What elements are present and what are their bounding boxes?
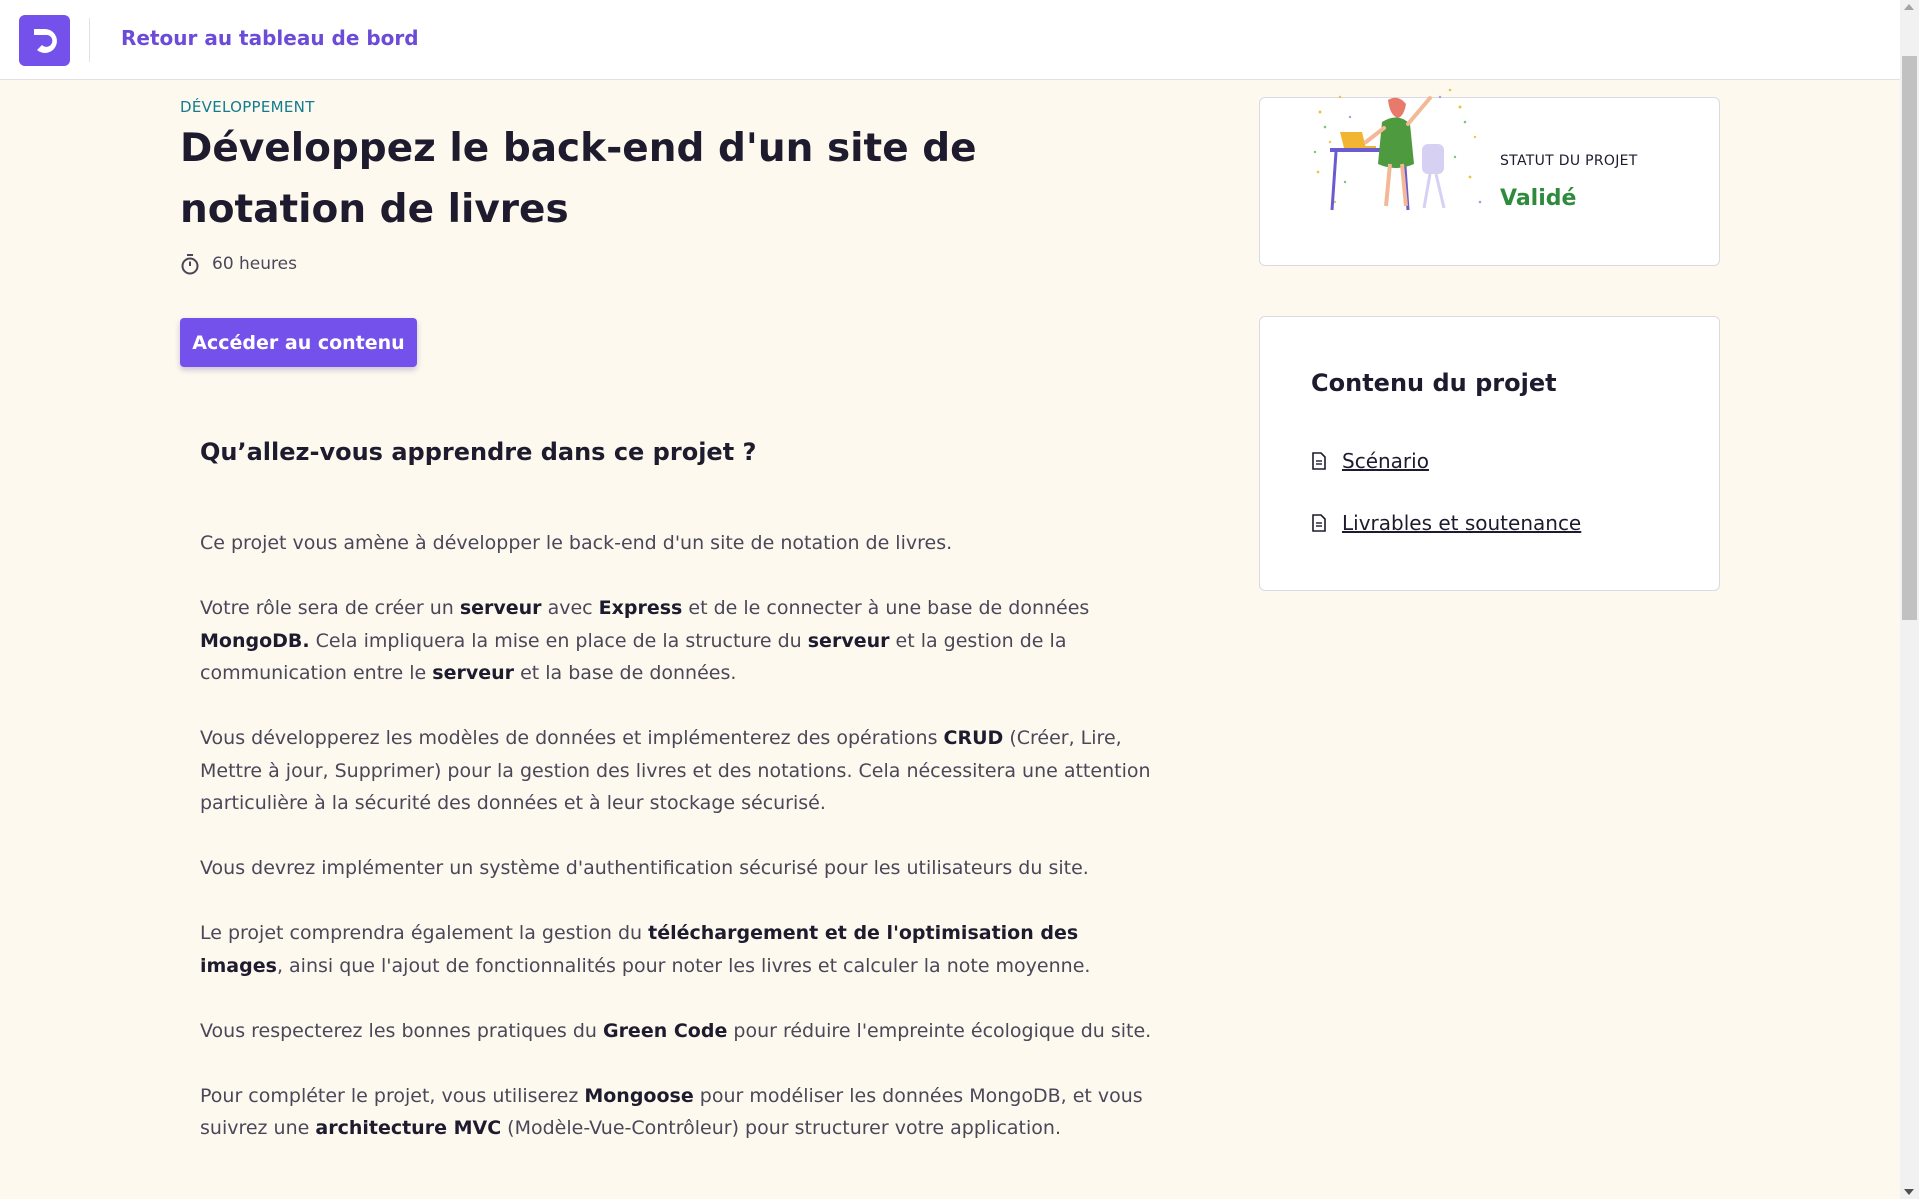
description-paragraph: Ce projet vous amène à développer le bac…	[200, 532, 953, 554]
document-icon	[1312, 452, 1326, 470]
project-status-card: STATUT DU PROJET Validé	[1259, 88, 1720, 266]
scroll-thumb[interactable]	[1902, 56, 1917, 620]
project-content-card: Contenu du projet Scénario Livrables et …	[1259, 316, 1720, 591]
page-title: Développez le back-end d'un site de nota…	[180, 126, 977, 232]
project-description: Ce projet vous amène à développer le bac…	[200, 527, 1160, 1177]
content-item-deliverables[interactable]: Livrables et soutenance	[1311, 511, 1581, 535]
top-bar: Retour au tableau de bord	[0, 0, 1900, 80]
openclassrooms-logo[interactable]	[19, 15, 70, 66]
project-category: DÉVELOPPEMENT	[180, 98, 315, 116]
logo-icon	[34, 29, 57, 53]
page-scrollbar[interactable]	[1900, 0, 1919, 1199]
status-label: STATUT DU PROJET	[1500, 153, 1638, 169]
status-badge: Validé	[1500, 186, 1577, 211]
back-to-dashboard-link[interactable]: Retour au tableau de bord	[121, 26, 419, 50]
celebration-illustration	[1313, 88, 1482, 211]
content-title: Contenu du projet	[1311, 369, 1557, 397]
document-icon	[1312, 514, 1326, 532]
description-paragraph: Vous développerez les modèles de données…	[200, 727, 1151, 814]
content-item-label[interactable]: Livrables et soutenance	[1342, 511, 1581, 535]
content-item-label[interactable]: Scénario	[1342, 449, 1429, 473]
duration-label: 60 heures	[212, 254, 297, 274]
description-paragraph: Vous devrez implémenter un système d'aut…	[200, 857, 1089, 879]
access-content-button[interactable]: Accéder au contenu	[180, 318, 417, 367]
description-paragraph: Votre rôle sera de créer un serveur avec…	[200, 597, 1090, 684]
description-paragraph: Le projet comprendra également la gestio…	[200, 922, 1091, 977]
stopwatch-icon	[181, 254, 199, 275]
learn-heading: Qu’allez-vous apprendre dans ce projet ?	[200, 438, 757, 466]
project-duration: 60 heures	[180, 253, 297, 275]
scroll-down-arrow-icon[interactable]	[1904, 1189, 1914, 1195]
scroll-up-arrow-icon[interactable]	[1904, 4, 1914, 10]
description-paragraph: Pour compléter le projet, vous utilisere…	[200, 1084, 1143, 1140]
content-item-scenario[interactable]: Scénario	[1311, 449, 1429, 473]
header-divider	[89, 18, 90, 62]
description-paragraph: Vous respecterez les bonnes pratiques du…	[200, 1019, 1152, 1042]
